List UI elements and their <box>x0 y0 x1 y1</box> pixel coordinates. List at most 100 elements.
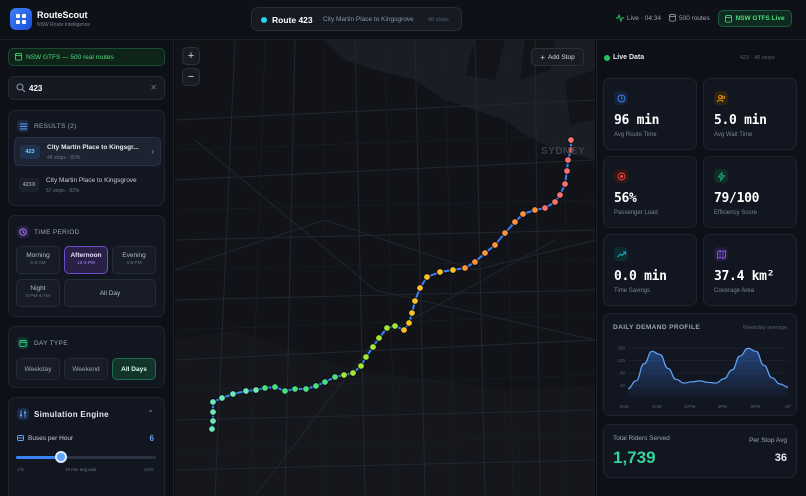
database-icon <box>725 14 733 22</box>
gtfs-live-button[interactable]: NSW GTFS Live <box>718 10 792 27</box>
route-stop-marker[interactable] <box>411 297 419 305</box>
time-allday-button[interactable]: All Day <box>64 279 156 307</box>
buses-slider-handle[interactable] <box>54 451 67 463</box>
route-stop-marker[interactable] <box>501 229 509 237</box>
time-morning-button[interactable]: Morning 6-9 AM <box>16 246 60 274</box>
time-afternoon-button[interactable]: Afternoon 12-3 PM <box>64 246 108 274</box>
route-stop-marker[interactable] <box>564 156 572 164</box>
route-stop-marker[interactable] <box>400 326 408 334</box>
demand-x-tick: 3PM <box>718 404 728 409</box>
route-stop-marker[interactable] <box>349 369 357 377</box>
bolt-icon <box>714 169 728 183</box>
metric-value: 5.0 min <box>714 113 767 128</box>
map-city-label: SYDNEY <box>541 146 586 157</box>
route-stop-marker[interactable] <box>208 425 216 433</box>
route-stop-marker[interactable] <box>461 264 469 272</box>
route-stop-marker[interactable] <box>218 394 226 402</box>
time-label: Afternoon <box>70 252 102 259</box>
time-period-title: TIME PERIOD <box>17 226 80 238</box>
app-subtitle: NSW Route Intelligence <box>37 22 91 28</box>
metric-value: 0.0 min <box>614 269 667 284</box>
route-stop-marker[interactable] <box>481 249 489 257</box>
route-stop-marker[interactable] <box>357 362 365 370</box>
route-stop-marker[interactable] <box>242 387 250 395</box>
route-stop-marker[interactable] <box>391 322 399 330</box>
route-stop-marker[interactable] <box>491 241 499 249</box>
chevron-up-icon[interactable]: ⌃ <box>147 409 154 418</box>
day-type-card: DAY TYPE Weekday Weekend All Days <box>8 326 165 388</box>
chevron-right-icon: › <box>151 147 154 156</box>
results-title-text: RESULTS (2) <box>34 122 77 130</box>
slider-max: 15/hr <box>143 467 154 472</box>
time-sub: 6-9 AM <box>30 261 46 266</box>
route-stop-marker[interactable] <box>408 309 416 317</box>
route-stop-marker[interactable] <box>302 385 310 393</box>
zoom-out-button[interactable]: − <box>182 68 200 86</box>
result-item[interactable]: 423X City Martin Place to Kingsgrove 57 … <box>14 171 161 200</box>
route-stop-marker[interactable] <box>449 266 457 274</box>
route-stop-marker[interactable] <box>551 198 559 206</box>
route-stop-marker[interactable] <box>471 258 479 266</box>
clock-icon <box>614 91 628 105</box>
route-stop-marker[interactable] <box>281 387 289 395</box>
route-stop-marker[interactable] <box>563 167 571 175</box>
add-stop-button[interactable]: + Add Stop <box>531 48 584 66</box>
route-stop-marker[interactable] <box>261 384 269 392</box>
route-stop-marker[interactable] <box>312 382 320 390</box>
route-stop-marker[interactable] <box>519 210 527 218</box>
day-type-title: DAY TYPE <box>17 337 68 349</box>
route-stop-marker[interactable] <box>567 136 575 144</box>
route-stop-marker[interactable] <box>556 191 564 199</box>
time-sub: 4-8 PM <box>126 261 142 266</box>
trend-up-icon <box>614 247 628 261</box>
route-stop-marker[interactable] <box>416 284 424 292</box>
map-icon <box>714 247 728 261</box>
route-stop-marker[interactable] <box>369 343 377 351</box>
route-stop-marker[interactable] <box>423 273 431 281</box>
search-icon <box>16 83 26 93</box>
route-stop-marker[interactable] <box>541 204 549 212</box>
search-input[interactable] <box>29 82 149 95</box>
route-stop-marker[interactable] <box>331 373 339 381</box>
result-name: City Martin Place to Kingsgrove <box>46 177 137 184</box>
metric-card-route-time: 96 min Avg Route Time <box>603 78 697 150</box>
route-stop-marker[interactable] <box>511 218 519 226</box>
time-evening-button[interactable]: Evening 4-8 PM <box>112 246 156 274</box>
route-stop-marker[interactable] <box>321 378 329 386</box>
route-stop-marker[interactable] <box>375 334 383 342</box>
time-night-button[interactable]: Night 8 PM-4 AM <box>16 279 60 307</box>
route-stop-marker[interactable] <box>436 268 444 276</box>
route-stop-marker[interactable] <box>229 390 237 398</box>
demand-x-tick: 12PM <box>684 404 696 409</box>
live-status: Live · 04:34 <box>616 14 661 22</box>
route-stop-marker[interactable] <box>271 383 279 391</box>
metric-value: 56% <box>614 191 637 206</box>
route-stop-marker[interactable] <box>383 324 391 332</box>
route-stop-marker[interactable] <box>209 417 217 425</box>
demand-profile-card: DAILY DEMAND PROFILE Weekday average 160… <box>603 313 797 416</box>
day-alldays-button[interactable]: All Days <box>112 358 156 380</box>
current-route-pill[interactable]: Route 423 City Martin Place to Kingsgrov… <box>251 7 462 31</box>
route-stop-marker[interactable] <box>209 408 217 416</box>
route-stop-marker[interactable] <box>362 353 370 361</box>
demand-x-tick: 6AM <box>652 404 662 409</box>
clear-search-icon[interactable]: ✕ <box>150 83 157 92</box>
route-stop-marker[interactable] <box>561 180 569 188</box>
route-stop-marker[interactable] <box>209 398 217 406</box>
day-weekday-button[interactable]: Weekday <box>16 358 60 380</box>
calendar-icon <box>17 337 29 349</box>
route-map[interactable] <box>175 40 595 496</box>
day-type-title-text: DAY TYPE <box>34 339 68 347</box>
route-description: City Martin Place to Kingsgrove <box>323 16 414 23</box>
demand-x-tick: 3AM <box>619 404 629 409</box>
day-weekend-button[interactable]: Weekend <box>64 358 108 380</box>
route-stop-marker[interactable] <box>291 385 299 393</box>
route-stop-marker[interactable] <box>405 319 413 327</box>
users-icon <box>714 91 728 105</box>
route-stop-marker[interactable] <box>531 206 539 214</box>
result-item[interactable]: 423 City Martin Place to Kingsgr... 48 s… <box>14 137 161 166</box>
route-stop-marker[interactable] <box>252 386 260 394</box>
zoom-in-button[interactable]: + <box>182 47 200 65</box>
route-code-badge: 423X <box>19 178 39 192</box>
route-stop-marker[interactable] <box>340 371 348 379</box>
